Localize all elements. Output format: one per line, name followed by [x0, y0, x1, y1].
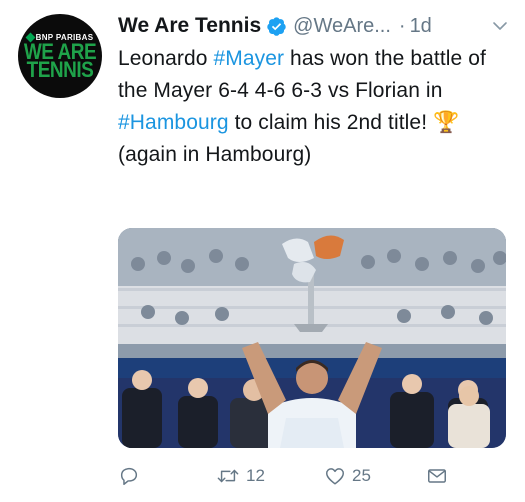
- tweet-header: We Are Tennis @WeAre... · 1d: [118, 12, 432, 40]
- reply-button[interactable]: [118, 462, 146, 490]
- direct-message-button[interactable]: [426, 462, 448, 490]
- tweet-actions: 12 25: [118, 462, 513, 490]
- tweet-text: Leonardo #Mayer has won the battle of th…: [118, 43, 513, 171]
- trophy-icon: 🏆: [433, 111, 460, 134]
- tennis-player-trophy-photo: [118, 228, 506, 448]
- tweet-text-segment: (again in Hambourg): [118, 143, 312, 166]
- retweet-button[interactable]: 12: [216, 462, 265, 490]
- tweet-photo[interactable]: [118, 228, 506, 448]
- avatar-logo-line2: TENNIS: [26, 57, 94, 82]
- avatar[interactable]: BNP PARIBAS WE ARE TENNIS: [18, 14, 102, 98]
- like-button[interactable]: 25: [324, 462, 371, 490]
- heart-icon: [324, 465, 346, 487]
- tweet-text-segment: to claim his 2nd title!: [228, 111, 434, 134]
- retweet-count: 12: [246, 466, 265, 485]
- hashtag-link[interactable]: #Mayer: [213, 47, 284, 70]
- hashtag-link[interactable]: #Hambourg: [118, 111, 229, 134]
- like-count: 25: [352, 466, 371, 485]
- display-name[interactable]: We Are Tennis: [118, 14, 261, 38]
- account-handle[interactable]: @WeAre...: [293, 15, 391, 38]
- header-separator: ·: [398, 14, 406, 37]
- reply-icon: [118, 465, 140, 487]
- retweet-icon: [216, 465, 240, 487]
- tweet-text-segment: Leonardo: [118, 47, 214, 70]
- verified-badge-icon: [266, 16, 287, 37]
- chevron-down-icon[interactable]: [492, 18, 508, 34]
- envelope-icon: [426, 465, 448, 487]
- tweet-time[interactable]: 1d: [410, 15, 432, 38]
